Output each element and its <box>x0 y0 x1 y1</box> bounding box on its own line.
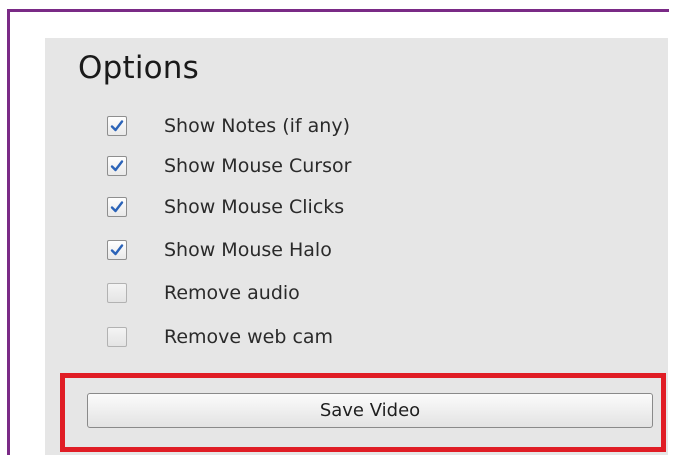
checkmark-icon <box>110 160 124 172</box>
show-notes-label: Show Notes (if any) <box>164 115 350 137</box>
remove-web-cam-checkbox[interactable] <box>107 327 127 347</box>
checkmark-icon <box>110 201 124 213</box>
show-mouse-clicks-label: Show Mouse Clicks <box>164 196 345 218</box>
remove-web-cam-label: Remove web cam <box>164 326 334 348</box>
options-panel: Options Show Notes (if any) Show Mouse C… <box>45 38 668 455</box>
option-remove-audio[interactable]: Remove audio <box>107 278 300 308</box>
show-mouse-clicks-checkbox[interactable] <box>107 197 127 217</box>
option-show-mouse-halo[interactable]: Show Mouse Halo <box>107 235 332 265</box>
option-show-mouse-cursor[interactable]: Show Mouse Cursor <box>107 151 351 181</box>
option-show-notes[interactable]: Show Notes (if any) <box>107 111 350 141</box>
checkmark-icon <box>110 120 124 132</box>
option-show-mouse-clicks[interactable]: Show Mouse Clicks <box>107 192 344 222</box>
remove-audio-checkbox[interactable] <box>107 283 127 303</box>
option-remove-web-cam[interactable]: Remove web cam <box>107 322 333 352</box>
checkmark-icon <box>110 244 124 256</box>
options-title: Options <box>78 50 200 86</box>
show-mouse-cursor-checkbox[interactable] <box>107 156 127 176</box>
save-video-highlight: Save Video <box>60 373 666 452</box>
save-video-button[interactable]: Save Video <box>87 393 653 428</box>
remove-audio-label: Remove audio <box>164 282 300 304</box>
show-mouse-halo-checkbox[interactable] <box>107 240 127 260</box>
window-frame: Options Show Notes (if any) Show Mouse C… <box>7 9 669 455</box>
show-notes-checkbox[interactable] <box>107 116 127 136</box>
show-mouse-halo-label: Show Mouse Halo <box>164 239 332 261</box>
show-mouse-cursor-label: Show Mouse Cursor <box>164 155 352 177</box>
